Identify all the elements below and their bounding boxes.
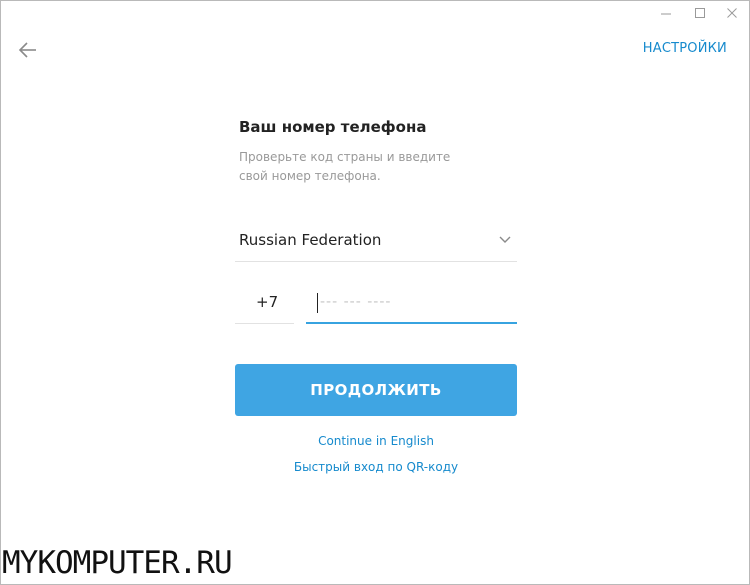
app-window: НАСТРОЙКИ Ваш номер телефона Проверьте к… [0, 0, 750, 585]
text-cursor [317, 293, 318, 313]
minimize-icon [661, 13, 671, 15]
back-button[interactable] [17, 40, 39, 60]
phone-number-field[interactable]: --- --- ---- [306, 284, 517, 324]
title-bar [1, 1, 749, 25]
country-code-field[interactable]: +7 [235, 284, 294, 324]
close-button[interactable] [715, 1, 749, 25]
phone-placeholder: --- --- ---- [320, 294, 392, 310]
page-title: Ваш номер телефона [239, 118, 427, 136]
watermark: MYKOMPUTER.RU [2, 545, 233, 581]
settings-link[interactable]: НАСТРОЙКИ [643, 41, 727, 56]
qr-login-link[interactable]: Быстрый вход по QR-коду [235, 460, 517, 474]
country-code-value: +7 [256, 293, 279, 311]
chevron-down-icon [499, 236, 511, 243]
continue-button[interactable]: ПРОДОЛЖИТЬ [235, 364, 517, 416]
page-description: Проверьте код страны и введите свой номе… [239, 150, 451, 183]
minimize-button[interactable] [649, 1, 683, 25]
country-value: Russian Federation [239, 231, 382, 249]
maximize-button[interactable] [683, 1, 717, 25]
maximize-icon [695, 8, 705, 18]
continue-in-english-link[interactable]: Continue in English [235, 434, 517, 448]
arrow-left-icon [18, 42, 36, 58]
close-icon [727, 8, 737, 18]
country-select[interactable]: Russian Federation [235, 220, 517, 262]
